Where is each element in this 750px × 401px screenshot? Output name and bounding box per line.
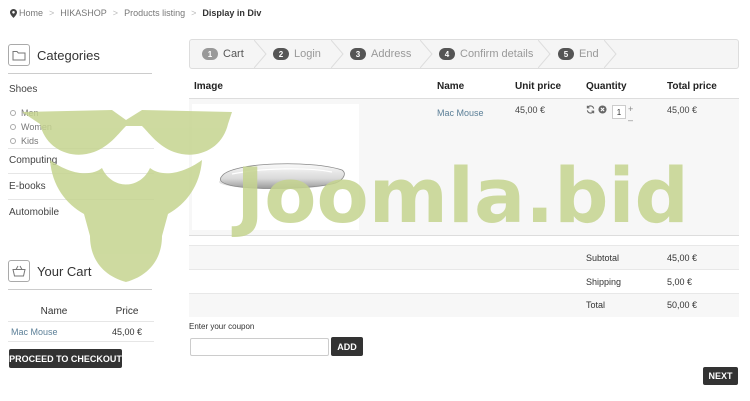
header-image: Image	[194, 81, 223, 92]
coupon-label: Enter your coupon	[189, 322, 255, 331]
categories-module: Categories Shoes Men Women Kids Computin…	[8, 44, 154, 234]
subtotal-label: Subtotal	[586, 253, 620, 263]
total-label: Total	[586, 300, 606, 310]
shipping-label: Shipping	[586, 277, 622, 287]
subtotal-row: Subtotal 45,00 €	[189, 246, 739, 269]
checkout-steps: 1 Cart 2 Login 3 Address 4 Confirm details 5…	[189, 39, 739, 69]
mini-cart-table: Name Price Mac Mouse 45,00 €	[8, 302, 154, 342]
mouse-image-icon	[219, 163, 345, 189]
category-computing[interactable]: Computing	[9, 155, 57, 166]
product-image[interactable]	[192, 104, 359, 230]
step-address: 3 Address	[350, 40, 411, 68]
category-shoes[interactable]: Shoes	[9, 84, 37, 95]
unit-price: 45,00 €	[515, 105, 546, 115]
divider	[8, 289, 152, 290]
refresh-icon[interactable]	[586, 105, 595, 114]
step-separator-icon	[538, 40, 551, 68]
breadcrumb-hikashop[interactable]: HIKASHOP	[60, 8, 107, 18]
chevron-right-icon: >	[112, 8, 119, 18]
column-price: Price	[115, 306, 139, 317]
coupon-input[interactable]	[190, 338, 329, 356]
header-unit-price: Unit price	[515, 81, 562, 92]
cart-item-name[interactable]: Mac Mouse	[8, 327, 100, 337]
table-header-row: Name Price	[8, 302, 154, 322]
subcategory-kids[interactable]: Kids	[21, 136, 39, 146]
step-separator-icon	[604, 40, 617, 68]
breadcrumb-current: Display in Div	[202, 8, 262, 18]
product-name-link[interactable]: Mac Mouse	[437, 108, 484, 118]
header-quantity: Quantity	[586, 81, 627, 92]
step-confirm-details: 4 Confirm details	[439, 40, 533, 68]
column-name: Name	[40, 306, 68, 317]
cart-title: Your Cart	[37, 263, 92, 279]
subtotal-value: 45,00 €	[667, 253, 698, 263]
proceed-to-checkout-button[interactable]: PROCEED TO CHECKOUT	[9, 349, 122, 368]
step-separator-icon	[331, 40, 344, 68]
divider	[8, 73, 152, 74]
add-coupon-button[interactable]: ADD	[331, 337, 363, 356]
breadcrumb-products-listing[interactable]: Products listing	[124, 8, 185, 18]
total-row: Total 50,00 €	[189, 294, 739, 317]
quantity-input[interactable]: 1	[612, 105, 626, 119]
step-separator-icon	[420, 40, 433, 68]
subcategory-women[interactable]: Women	[21, 122, 52, 132]
subcategory-men[interactable]: Men	[21, 108, 39, 118]
shoes-subcategories: Men Women Kids	[10, 106, 52, 148]
location-pin-icon	[10, 8, 17, 18]
category-automobile[interactable]: Automobile	[9, 207, 59, 218]
step-login: 2 Login	[273, 40, 321, 68]
next-button[interactable]: NEXT	[703, 367, 738, 385]
breadcrumb-home[interactable]: Home	[19, 8, 43, 18]
total-value: 50,00 €	[667, 300, 698, 310]
cart-item-price: 45,00 €	[111, 326, 143, 337]
header-total-price: Total price	[667, 81, 717, 92]
categories-title: Categories	[37, 47, 100, 63]
divider	[8, 148, 154, 149]
row-total-price: 45,00 €	[667, 105, 698, 115]
header-name: Name	[437, 81, 465, 92]
quantity-plus-button[interactable]: +	[628, 104, 633, 114]
remove-icon[interactable]	[598, 105, 607, 114]
divider	[8, 199, 154, 200]
chevron-right-icon: >	[191, 8, 197, 18]
shipping-row: Shipping 5,00 €	[189, 270, 739, 293]
quantity-minus-button[interactable]: –	[628, 115, 633, 125]
breadcrumb: Home > HIKASHOP > Products listing > Dis…	[10, 8, 261, 18]
basket-icon	[8, 260, 30, 282]
step-end: 5 End	[558, 40, 599, 68]
step-cart: 1 Cart	[202, 40, 244, 68]
chevron-right-icon: >	[49, 8, 55, 18]
cart-module: Your Cart	[8, 260, 154, 290]
category-ebooks[interactable]: E-books	[9, 181, 46, 192]
shipping-value: 5,00 €	[667, 277, 693, 287]
folder-icon	[8, 44, 30, 66]
table-row: Mac Mouse 45,00 €	[8, 322, 154, 342]
step-separator-icon	[254, 40, 267, 68]
divider	[8, 173, 154, 174]
divider	[189, 235, 739, 236]
